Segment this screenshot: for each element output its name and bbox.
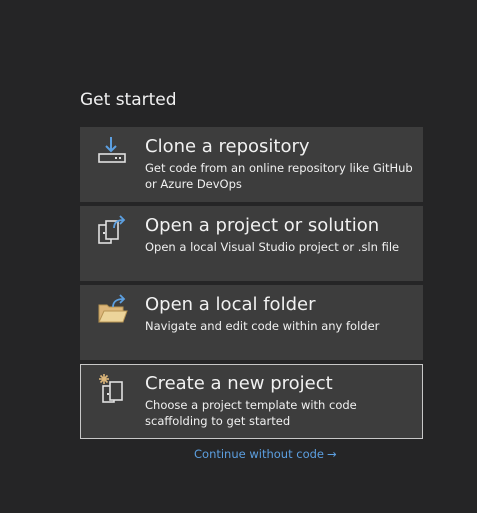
open-folder-icon <box>96 293 128 325</box>
card-description: Choose a project template with code scaf… <box>145 398 357 428</box>
open-project-button[interactable]: Open a project or solution Open a local … <box>80 206 423 281</box>
card-description: Navigate and edit code within any folder <box>145 319 380 333</box>
card-title: Create a new project <box>145 373 333 394</box>
open-project-icon <box>96 214 128 246</box>
arrow-right-icon: → <box>327 447 337 461</box>
clone-repository-icon <box>96 135 128 167</box>
card-title: Clone a repository <box>145 136 310 157</box>
page-title: Get started <box>80 90 177 110</box>
card-title: Open a local folder <box>145 294 316 315</box>
create-new-project-button[interactable]: Create a new project Choose a project te… <box>80 364 423 439</box>
card-title: Open a project or solution <box>145 215 380 236</box>
clone-repository-button[interactable]: Clone a repository Get code from an onli… <box>80 127 423 202</box>
new-project-icon <box>97 373 129 405</box>
open-folder-button[interactable]: Open a local folder Navigate and edit co… <box>80 285 423 360</box>
continue-without-code-link[interactable]: Continue without code → <box>194 447 337 461</box>
card-description: Get code from an online repository like … <box>145 161 413 191</box>
continue-link-label: Continue without code <box>194 447 324 461</box>
card-description: Open a local Visual Studio project or .s… <box>145 240 400 254</box>
